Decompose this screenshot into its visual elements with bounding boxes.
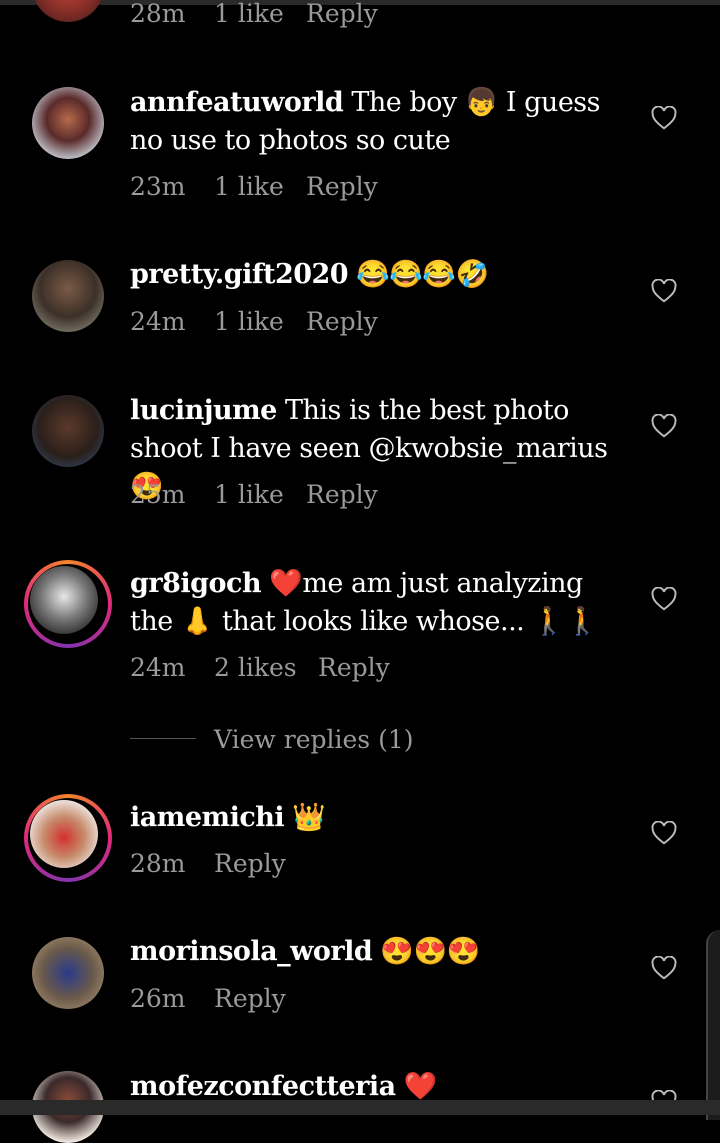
comment-time: 24m bbox=[130, 307, 186, 336]
comment-time: 26m bbox=[130, 984, 186, 1013]
divider bbox=[130, 738, 196, 739]
comment-time: 24m bbox=[130, 653, 186, 682]
reply-button[interactable]: Reply bbox=[306, 0, 378, 32]
story-ring-avatar[interactable] bbox=[24, 560, 112, 648]
avatar[interactable] bbox=[32, 87, 104, 159]
comment-body: 😂😂😂🤣 bbox=[356, 259, 489, 290]
reply-button[interactable]: Reply bbox=[306, 169, 378, 205]
reply-button[interactable]: Reply bbox=[318, 650, 390, 686]
story-ring-avatar[interactable] bbox=[24, 794, 112, 882]
like-count[interactable]: 1 like bbox=[214, 304, 284, 340]
heart-outline-icon[interactable] bbox=[651, 414, 677, 438]
bottom-bar bbox=[0, 1100, 720, 1115]
comment-body: 😍😍😍 bbox=[380, 936, 480, 967]
like-count[interactable]: 2 likes bbox=[214, 650, 297, 686]
avatar[interactable] bbox=[32, 260, 104, 332]
comment-text-block: pretty.gift2020 😂😂😂🤣 bbox=[130, 256, 620, 294]
comment-time: 25m bbox=[130, 480, 186, 509]
heart-outline-icon[interactable] bbox=[651, 587, 677, 611]
comment-time: 28m bbox=[130, 0, 186, 28]
comment-time: 28m bbox=[130, 849, 186, 878]
comment-text-block: gr8igoch ❤️me am just analyzing the 👃 th… bbox=[130, 565, 620, 641]
reply-button[interactable]: Reply bbox=[306, 477, 378, 513]
like-count[interactable]: 1 like bbox=[214, 169, 284, 205]
view-replies-label[interactable]: View replies (1) bbox=[214, 722, 413, 758]
heart-outline-icon[interactable] bbox=[651, 106, 677, 130]
comment-text-block: annfeatuworld The boy 👦 I guess no use t… bbox=[130, 84, 620, 160]
avatar[interactable] bbox=[32, 395, 104, 467]
like-count[interactable]: 1 like bbox=[214, 0, 284, 32]
comment-username[interactable]: lucinjume bbox=[130, 395, 277, 426]
comment-username[interactable]: pretty.gift2020 bbox=[130, 259, 349, 290]
comment-username[interactable]: mofezconfectteria bbox=[130, 1071, 396, 1102]
heart-outline-icon[interactable] bbox=[651, 279, 677, 303]
avatar[interactable] bbox=[32, 0, 104, 22]
comment-time: 23m bbox=[130, 172, 186, 201]
comment-text-block: morinsola_world 😍😍😍 bbox=[130, 933, 620, 971]
comment-username[interactable]: annfeatuworld bbox=[130, 87, 344, 118]
comment-body: 👑 bbox=[292, 802, 326, 833]
avatar[interactable] bbox=[32, 937, 104, 1009]
reply-button[interactable]: Reply bbox=[214, 981, 286, 1017]
like-count[interactable]: 1 like bbox=[214, 477, 284, 513]
comment-text-block: iamemichi 👑 bbox=[130, 799, 620, 837]
reply-button[interactable]: Reply bbox=[214, 846, 286, 882]
comment-username[interactable]: gr8igoch bbox=[130, 568, 262, 599]
comment-username[interactable]: morinsola_world bbox=[130, 936, 373, 967]
scroll-handle[interactable] bbox=[706, 930, 720, 1120]
comment-body: ❤️ bbox=[403, 1071, 438, 1102]
heart-outline-icon[interactable] bbox=[651, 956, 677, 980]
comment-username[interactable]: iamemichi bbox=[130, 802, 285, 833]
heart-outline-icon[interactable] bbox=[651, 821, 677, 845]
reply-button[interactable]: Reply bbox=[306, 304, 378, 340]
